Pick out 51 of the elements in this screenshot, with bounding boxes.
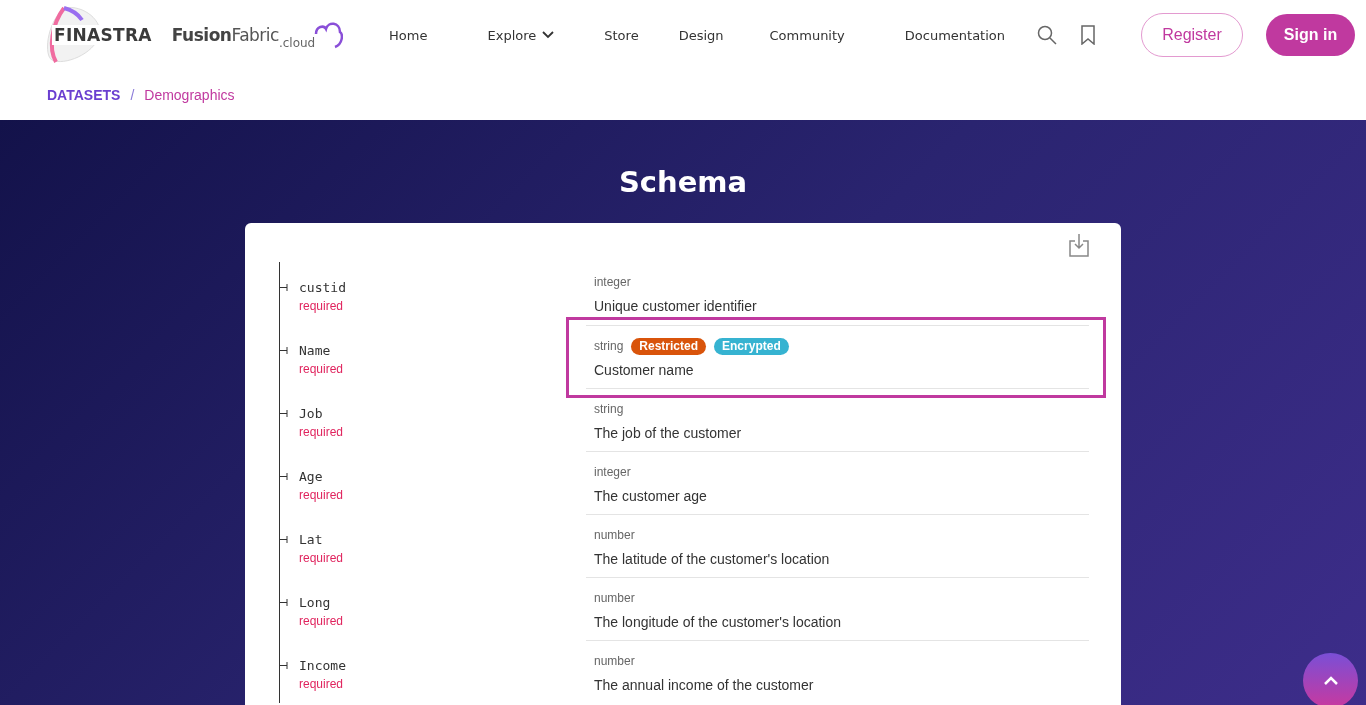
brand-name: FINASTRA <box>52 25 154 45</box>
product-name: FusionFabric <box>171 25 279 45</box>
field-type: number <box>594 591 635 605</box>
field-name: Name <box>299 343 332 359</box>
field-type: number <box>594 654 635 668</box>
sign-in-button[interactable]: Sign in <box>1266 14 1355 56</box>
required-label: required <box>299 550 344 567</box>
cloud-icon <box>313 20 344 50</box>
product-suffix: .cloud <box>278 36 316 50</box>
nav-link[interactable]: Community <box>769 27 845 43</box>
field-description: Customer name <box>594 362 695 378</box>
page-title: Schema <box>618 164 748 200</box>
field-type: integer <box>594 465 631 479</box>
bookmark-icon[interactable] <box>1081 25 1095 45</box>
required-label: required <box>299 298 345 315</box>
nav-link[interactable]: Store <box>604 27 639 43</box>
required-label: required <box>299 487 344 504</box>
field-type: integer <box>594 275 631 289</box>
breadcrumb-link[interactable]: DATASETS <box>47 87 121 103</box>
required-label: required <box>299 361 344 378</box>
field-description: The longitude of the customer's location <box>594 614 843 630</box>
search-icon[interactable] <box>1037 25 1057 45</box>
required-label: required <box>299 676 345 693</box>
field-description: The annual income of the customer <box>594 677 815 693</box>
register-button[interactable]: Register <box>1141 13 1243 57</box>
field-name: Age <box>299 469 324 485</box>
field-description: The job of the customer <box>594 425 743 441</box>
field-type: number <box>594 528 635 542</box>
chevron-up-icon <box>1323 676 1338 685</box>
nav-link[interactable]: Home <box>389 27 428 43</box>
nav-link[interactable]: Explore <box>487 27 555 43</box>
chevron-down-icon <box>542 31 555 39</box>
field-name: Lat <box>299 532 324 548</box>
field-name: custid <box>299 280 346 296</box>
field-tag: Encrypted <box>714 337 789 355</box>
field-tag: Restricted <box>631 337 707 355</box>
field-type: string <box>594 402 624 416</box>
field-description: The customer age <box>594 488 708 504</box>
nav-link[interactable]: Design <box>678 27 724 43</box>
field-description: The latitude of the customer's location <box>594 551 831 567</box>
field-name: Long <box>299 595 332 611</box>
download-icon[interactable] <box>1069 233 1089 257</box>
breadcrumb-link[interactable]: Demographics <box>144 87 235 103</box>
field-type: string <box>594 339 624 353</box>
required-label: required <box>299 424 344 441</box>
field-name: Job <box>299 406 324 422</box>
breadcrumb-separator: / <box>130 87 135 103</box>
nav-link[interactable]: Documentation <box>904 27 1005 43</box>
field-name: Income <box>299 658 346 674</box>
required-label: required <box>299 613 344 630</box>
field-description: Unique customer identifier <box>594 298 758 314</box>
